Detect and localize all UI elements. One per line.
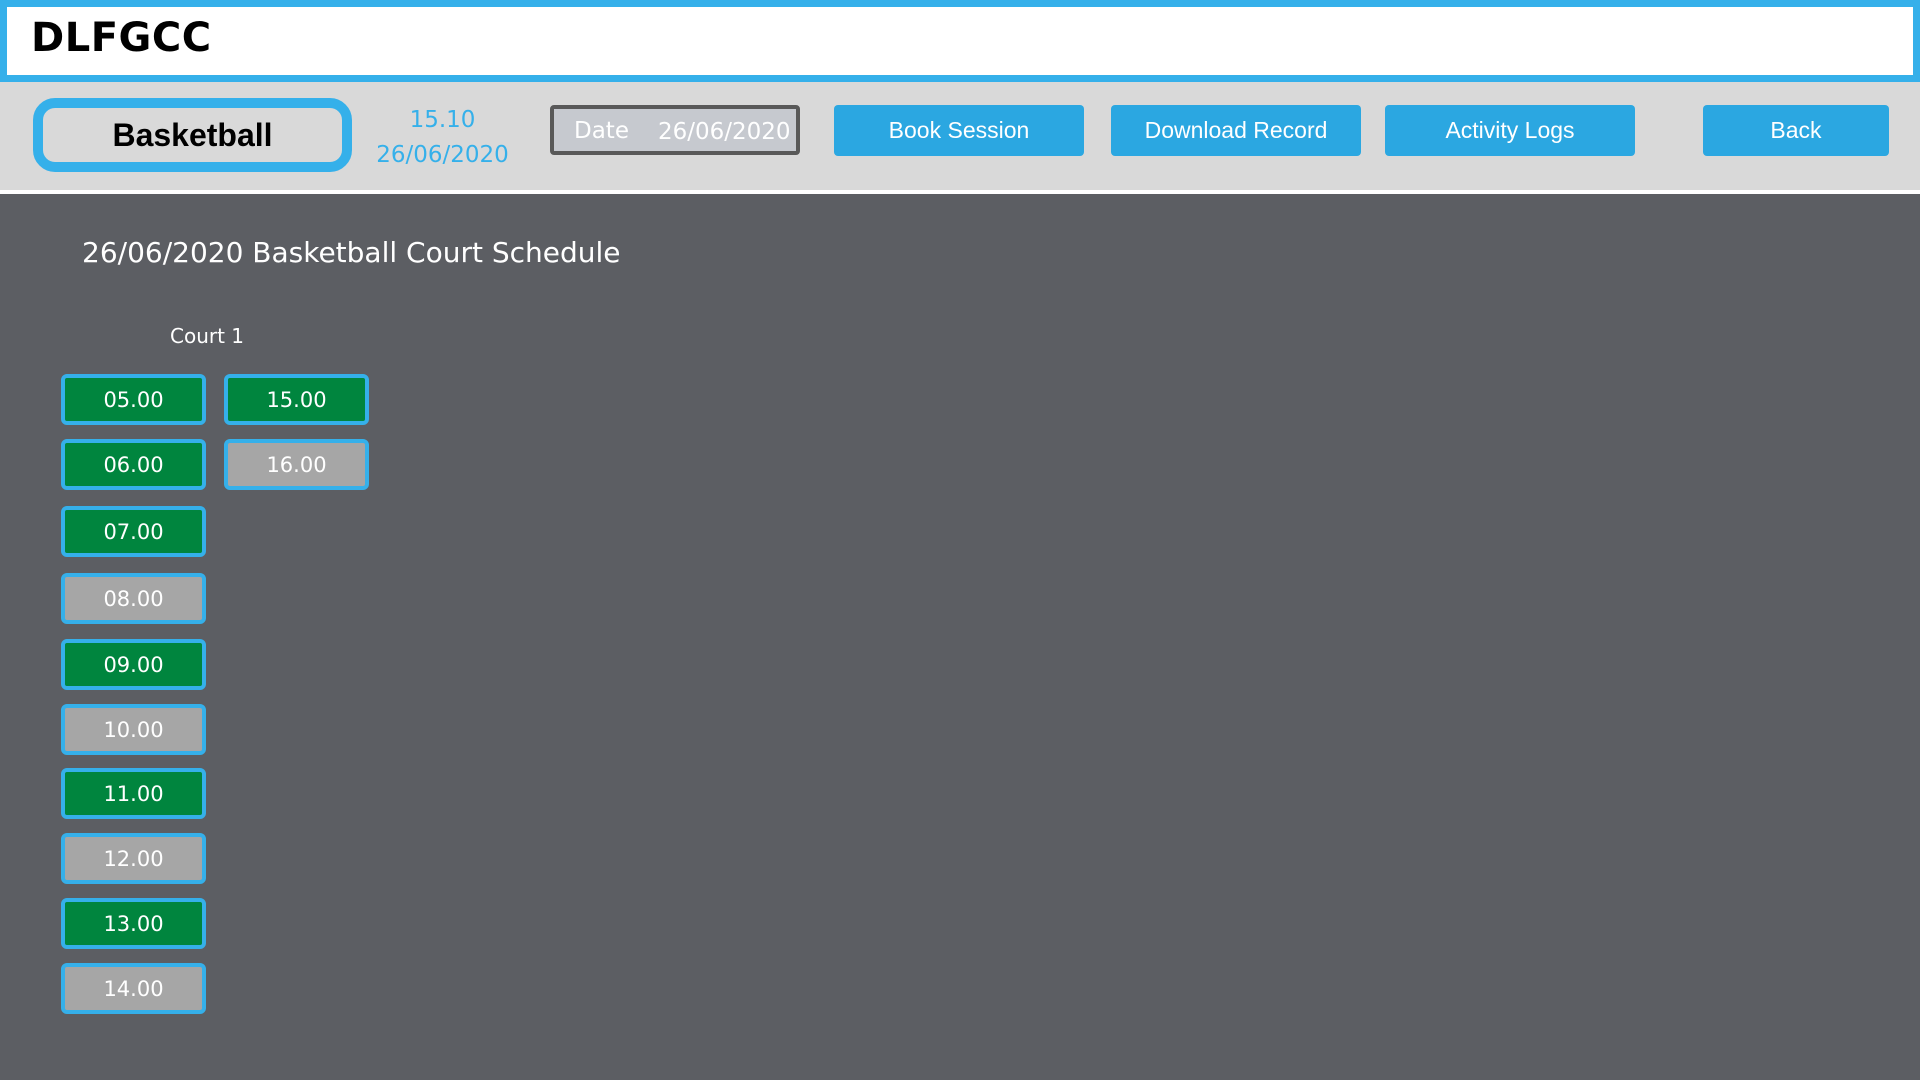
time-slot[interactable]: 05.00 <box>61 374 206 425</box>
app-window: DLFGCC Basketball 15.10 26/06/2020 Date … <box>0 0 1920 1080</box>
time-slot[interactable]: 15.00 <box>224 374 369 425</box>
header-bar: DLFGCC <box>0 0 1920 82</box>
download-record-button[interactable]: Download Record <box>1111 105 1361 156</box>
date-field-value: 26/06/2020 <box>658 119 791 145</box>
court-label: Court 1 <box>170 324 245 348</box>
activity-selector[interactable]: Basketball <box>33 98 352 172</box>
time-slot[interactable]: 12.00 <box>61 833 206 884</box>
time-slot[interactable]: 08.00 <box>61 573 206 624</box>
date-field-label: Date <box>574 118 629 144</box>
clock: 15.10 26/06/2020 <box>365 103 520 173</box>
activity-logs-button[interactable]: Activity Logs <box>1385 105 1635 156</box>
time-slot[interactable]: 14.00 <box>61 963 206 1014</box>
back-button[interactable]: Back <box>1703 105 1889 156</box>
clock-time: 15.10 <box>409 107 476 133</box>
time-slot[interactable]: 06.00 <box>61 439 206 490</box>
time-slot[interactable]: 11.00 <box>61 768 206 819</box>
time-slot[interactable]: 10.00 <box>61 704 206 755</box>
time-slot[interactable]: 07.00 <box>61 506 206 557</box>
schedule-title: 26/06/2020 Basketball Court Schedule <box>82 236 621 269</box>
time-slot[interactable]: 13.00 <box>61 898 206 949</box>
time-slot[interactable]: 16.00 <box>224 439 369 490</box>
clock-date: 26/06/2020 <box>376 142 509 168</box>
book-session-button[interactable]: Book Session <box>834 105 1084 156</box>
date-picker[interactable]: Date 26/06/2020 <box>550 105 800 155</box>
activity-label: Basketball <box>45 110 340 160</box>
app-title: DLFGCC <box>31 15 212 61</box>
toolbar-divider <box>0 190 1920 194</box>
time-slot[interactable]: 09.00 <box>61 639 206 690</box>
